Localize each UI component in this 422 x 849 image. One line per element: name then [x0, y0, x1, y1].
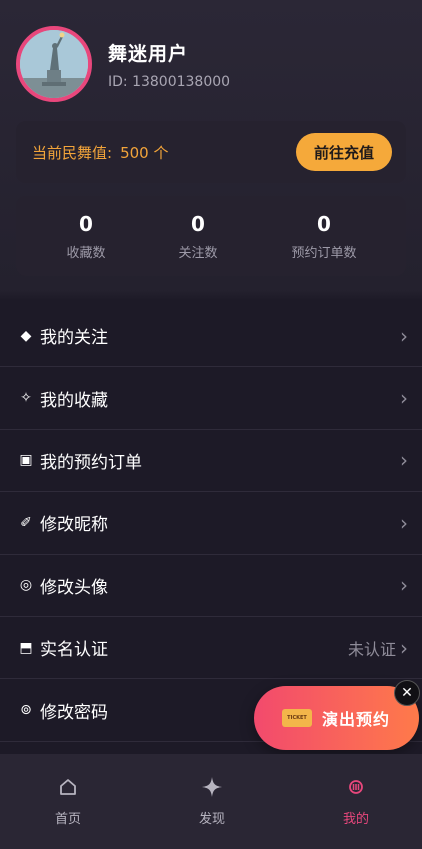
stat-number: 0: [317, 212, 331, 236]
tab-home[interactable]: 首页: [28, 774, 108, 827]
menu-item-label: 我的收藏: [40, 390, 108, 411]
show-booking-label: 演出预约: [322, 710, 391, 729]
stat-follows[interactable]: 0 关注数: [138, 212, 258, 261]
stat-label: 收藏数: [66, 246, 106, 261]
menu-item-label: 我的关注: [40, 328, 108, 349]
ticket-icon: TICKET: [282, 709, 312, 727]
diamond-icon: ◆: [20, 327, 32, 344]
menu-item-label: 修改密码: [40, 702, 108, 723]
stat-label: 预约订单数: [291, 246, 357, 261]
chevron-right-icon: ›: [400, 323, 408, 348]
menu-item-label: 修改昵称: [40, 515, 108, 536]
profile-page: 舞迷用户 ID: 13800138000 当前民舞值: 500 个 前往充值 0…: [0, 0, 422, 849]
discover-icon: [172, 774, 252, 800]
balance-value: 500 个: [120, 143, 169, 162]
avatar-icon: ◎: [19, 577, 33, 594]
menu-item-nickname[interactable]: ✐ 修改昵称 ›: [0, 492, 422, 555]
menu-item-verification[interactable]: ⬒ 实名认证 未认证 ›: [0, 617, 422, 680]
balance-card: 当前民舞值: 500 个 前往充值: [16, 121, 406, 183]
home-icon: [28, 774, 108, 800]
verification-status: 未认证: [347, 639, 396, 659]
profile-text: 舞迷用户 ID: 13800138000: [108, 39, 230, 90]
recharge-button[interactable]: 前往充值: [296, 133, 392, 171]
stat-orders[interactable]: 0 预约订单数: [264, 212, 384, 261]
chevron-right-icon: ›: [400, 510, 408, 535]
chevron-right-icon: ›: [400, 635, 408, 660]
stat-favorites[interactable]: 0 收藏数: [26, 212, 146, 261]
id-card-icon: ⬒: [19, 639, 33, 656]
tab-discover[interactable]: 发现: [172, 774, 252, 827]
menu-item-label: 修改头像: [40, 577, 108, 598]
stats-card: 0 收藏数 0 关注数 0 预约订单数: [16, 196, 406, 276]
settings-menu: ◆ 我的关注 › ✧ 我的收藏 › ▣ 我的预约订单 › ✐ 修改昵称 › ◎ …: [0, 305, 422, 742]
menu-item-label: 我的预约订单: [40, 452, 142, 473]
balance-label: 当前民舞值:: [32, 143, 113, 162]
username: 舞迷用户: [108, 42, 189, 65]
chevron-right-icon: ›: [400, 448, 408, 473]
close-icon[interactable]: ✕: [394, 680, 420, 706]
profile-header: 舞迷用户 ID: 13800138000: [16, 26, 230, 102]
stat-number: 0: [79, 212, 93, 236]
stat-number: 0: [191, 212, 205, 236]
avatar[interactable]: [16, 26, 92, 102]
tab-label: 发现: [198, 812, 225, 827]
order-icon: ▣: [19, 452, 33, 469]
menu-item-favorites[interactable]: ✧ 我的收藏 ›: [0, 367, 422, 430]
tab-label: 我的: [342, 812, 369, 827]
lock-icon: ⊚: [20, 702, 32, 719]
chevron-right-icon: ›: [400, 573, 408, 598]
statue-image: [20, 30, 88, 98]
tab-profile[interactable]: 我的: [316, 774, 396, 827]
bottom-tab-bar: 首页 发现 我的: [0, 754, 422, 849]
menu-item-follows[interactable]: ◆ 我的关注 ›: [0, 305, 422, 368]
user-id: ID: 13800138000: [108, 73, 231, 90]
sparkle-icon: ✧: [20, 390, 32, 407]
chevron-right-icon: ›: [400, 386, 408, 411]
tab-label: 首页: [54, 812, 81, 827]
pencil-icon: ✐: [20, 514, 32, 531]
menu-item-label: 实名认证: [40, 640, 108, 661]
menu-item-orders[interactable]: ▣ 我的预约订单 ›: [0, 430, 422, 493]
stat-label: 关注数: [178, 246, 218, 261]
menu-item-avatar[interactable]: ◎ 修改头像 ›: [0, 555, 422, 617]
profile-icon: [316, 774, 396, 800]
